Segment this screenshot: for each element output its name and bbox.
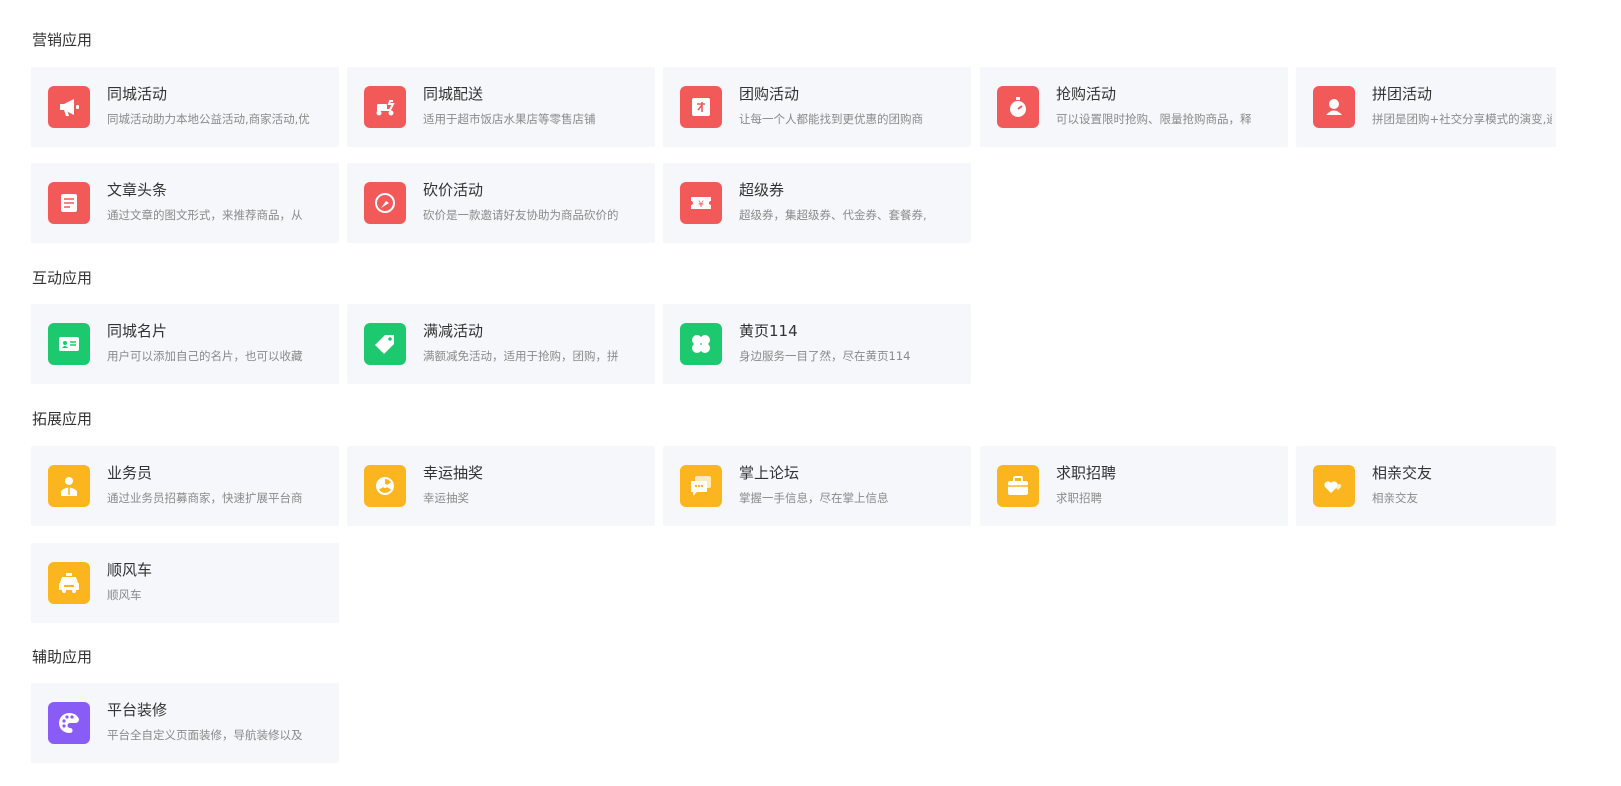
app-card-local-activity[interactable]: 同城活动 同城活动助力本地公益活动,商家活动,优 [31, 67, 339, 147]
stopwatch-icon [997, 86, 1039, 128]
app-desc: 通过业务员招募商家，快速扩展平台商 [107, 491, 303, 505]
app-desc: 掌握一手信息，尽在掌上信息 [739, 491, 889, 505]
app-desc: 身边服务一目了然，尽在黄页114 [739, 349, 911, 363]
section-title-interaction: 互动应用 [32, 269, 93, 287]
section-title-auxiliary: 辅助应用 [32, 648, 93, 666]
app-name: 求职招聘 [1056, 464, 1117, 482]
group-buy-icon [680, 86, 722, 128]
app-card-dating[interactable]: 相亲交友 相亲交友 [1296, 446, 1556, 526]
app-desc: 超级券，集超级券、代金券、套餐券, [739, 208, 927, 222]
app-desc: 拼团是团购+社交分享模式的演变,通 [1372, 112, 1552, 126]
app-card-carpool[interactable]: 顺风车 顺风车 [31, 543, 339, 623]
app-name: 文章头条 [107, 181, 168, 199]
app-name: 幸运抽奖 [423, 464, 484, 482]
clover-icon [680, 323, 722, 365]
app-desc: 相亲交友 [1372, 491, 1418, 505]
app-name: 相亲交友 [1372, 464, 1433, 482]
app-name: 拼团活动 [1372, 85, 1433, 103]
section-title-marketing: 营销应用 [32, 31, 93, 49]
app-desc: 适用于超市饭店水果店等零售店铺 [423, 112, 596, 126]
svg-text:¥: ¥ [698, 200, 704, 210]
chat-bubbles-icon [680, 465, 722, 507]
app-name: 平台装修 [107, 701, 168, 719]
app-desc: 同城活动助力本地公益活动,商家活动,优 [107, 112, 310, 126]
app-card-delivery[interactable]: 同城配送 适用于超市饭店水果店等零售店铺 [347, 67, 655, 147]
app-desc: 顺风车 [107, 588, 142, 602]
app-card-decoration[interactable]: 平台装修 平台全自定义页面装修，导航装修以及 [31, 683, 339, 763]
scooter-icon [364, 86, 406, 128]
app-desc: 通过文章的图文形式，来推荐商品，从 [107, 208, 303, 222]
app-name: 黄页114 [739, 322, 798, 340]
app-name: 业务员 [107, 464, 153, 482]
coupon-icon: ¥ [680, 182, 722, 224]
app-desc: 平台全自定义页面装修，导航装修以及 [107, 728, 303, 742]
app-card-flash-sale[interactable]: 抢购活动 可以设置限时抢购、限量抢购商品，释 [980, 67, 1288, 147]
app-desc: 满额减免活动，适用于抢购，团购，拼 [423, 349, 619, 363]
app-name: 砍价活动 [423, 181, 484, 199]
app-card-article[interactable]: 文章头条 通过文章的图文形式，来推荐商品，从 [31, 163, 339, 243]
app-card-lottery[interactable]: 幸运抽奖 幸运抽奖 [347, 446, 655, 526]
app-name: 掌上论坛 [739, 464, 800, 482]
app-card-discount[interactable]: 满减活动 满额减免活动，适用于抢购，团购，拼 [347, 304, 655, 384]
business-card-icon [48, 323, 90, 365]
app-card-super-coupon[interactable]: ¥ 超级券 超级券，集超级券、代金券、套餐券, [663, 163, 971, 243]
app-name: 超级券 [739, 181, 785, 199]
app-name: 顺风车 [107, 561, 153, 579]
app-name: 团购活动 [739, 85, 800, 103]
app-name: 满减活动 [423, 322, 484, 340]
axe-icon [364, 182, 406, 224]
app-card-bargain[interactable]: 砍价活动 砍价是一款邀请好友协助为商品砍价的 [347, 163, 655, 243]
app-card-salesman[interactable]: 业务员 通过业务员招募商家，快速扩展平台商 [31, 446, 339, 526]
briefcase-icon [997, 465, 1039, 507]
app-card-group-buy[interactable]: 团购活动 让每一个人都能找到更优惠的团购商 [663, 67, 971, 147]
app-desc: 求职招聘 [1056, 491, 1102, 505]
app-name: 抢购活动 [1056, 85, 1117, 103]
price-tag-icon [364, 323, 406, 365]
taxi-icon [48, 562, 90, 604]
article-icon [48, 182, 90, 224]
app-desc: 可以设置限时抢购、限量抢购商品，释 [1056, 112, 1252, 126]
palette-icon [48, 702, 90, 744]
hearts-icon [1313, 465, 1355, 507]
app-name: 同城配送 [423, 85, 484, 103]
app-card-business-card[interactable]: 同城名片 用户可以添加自己的名片，也可以收藏 [31, 304, 339, 384]
app-card-forum[interactable]: 掌上论坛 掌握一手信息，尽在掌上信息 [663, 446, 971, 526]
app-desc: 用户可以添加自己的名片，也可以收藏 [107, 349, 303, 363]
app-name: 同城活动 [107, 85, 168, 103]
app-desc: 让每一个人都能找到更优惠的团购商 [739, 112, 923, 126]
salesman-icon [48, 465, 90, 507]
app-name: 同城名片 [107, 322, 168, 340]
app-desc: 砍价是一款邀请好友协助为商品砍价的 [423, 208, 619, 222]
app-desc: 幸运抽奖 [423, 491, 469, 505]
section-title-extension: 拓展应用 [32, 410, 93, 428]
team-icon [1313, 86, 1355, 128]
app-card-jobs[interactable]: 求职招聘 求职招聘 [980, 446, 1288, 526]
app-card-team-buy[interactable]: 拼团活动 拼团是团购+社交分享模式的演变,通 [1296, 67, 1556, 147]
megaphone-icon [48, 86, 90, 128]
lottery-wheel-icon [364, 465, 406, 507]
app-card-yellow-pages[interactable]: 黄页114 身边服务一目了然，尽在黄页114 [663, 304, 971, 384]
